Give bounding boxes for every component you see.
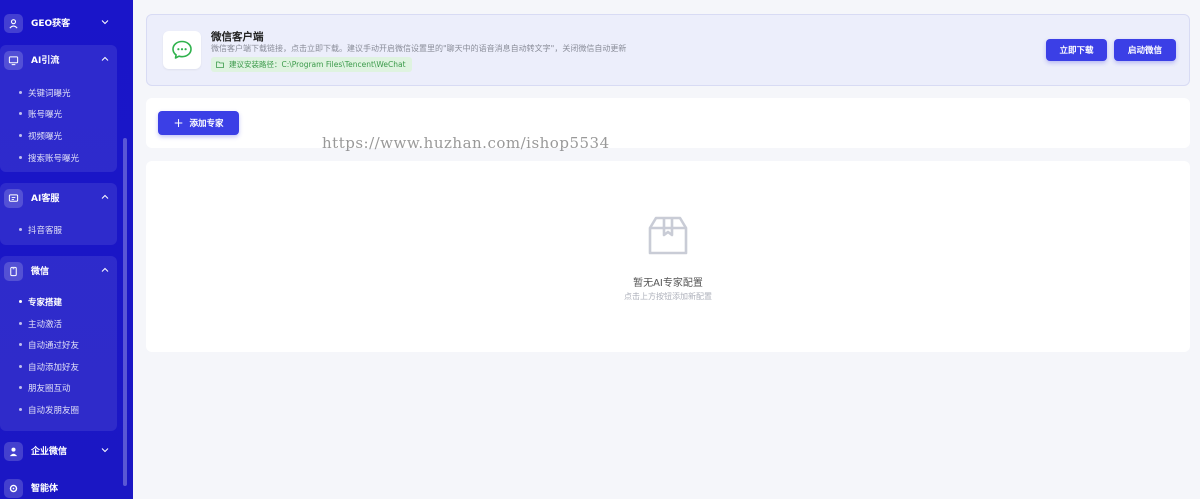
chevron-up-icon <box>101 194 109 199</box>
sidebar-item-account-exposure[interactable]: 账号曝光 <box>19 108 62 120</box>
empty-state-card: 暂无AI专家配置 点击上方按钮添加新配置 <box>146 161 1190 352</box>
toolbar: + 添加专家 <box>146 98 1190 148</box>
sidebar-item-label: 自动通过好友 <box>28 341 80 351</box>
sidebar-item-douyin-service[interactable]: 抖音客服 <box>19 224 62 236</box>
bullet-dot <box>19 300 22 303</box>
sidebar-group-label: 微信 <box>31 267 50 277</box>
chevron-up-icon <box>101 56 109 61</box>
bullet-dot <box>19 156 22 159</box>
bullet-dot <box>19 228 22 231</box>
sidebar-group-ai-service-head[interactable]: AI客服 <box>0 183 117 213</box>
chevron-down-icon <box>101 448 109 453</box>
bullet-dot <box>19 91 22 94</box>
sidebar-group-geo[interactable]: GEO获客 <box>0 8 117 38</box>
sidebar-group-wechat: 微信 专家搭建 主动激活 自动通过好友 自动添加好友 朋友圈互动 自动发朋友圈 <box>0 256 117 431</box>
wechat-client-banner: 微信客户端 微信客户端下载链接，点击立即下载。建议手动开启微信设置里的"聊天中的… <box>146 14 1190 86</box>
sidebar-item-label: 主动激活 <box>28 320 63 330</box>
sidebar-item-auto-add-friends[interactable]: 自动添加好友 <box>19 361 79 373</box>
sidebar-group-label: GEO获客 <box>31 19 71 29</box>
sidebar-item-label: 自动发朋友圈 <box>28 406 80 416</box>
plus-icon: + <box>173 116 184 130</box>
add-expert-label: 添加专家 <box>189 119 224 129</box>
bullet-dot <box>19 365 22 368</box>
sidebar-item-label: 视频曝光 <box>28 132 63 142</box>
sidebar-group-ai-traffic: AI引流 关键词曝光 账号曝光 视频曝光 搜索账号曝光 <box>0 45 117 172</box>
sidebar-item-label: 抖音客服 <box>28 226 63 236</box>
sidebar-item-label: 自动添加好友 <box>28 363 80 373</box>
sidebar-item-video-exposure[interactable]: 视频曝光 <box>19 130 62 142</box>
bullet-dot <box>19 408 22 411</box>
download-now-button[interactable]: 立即下载 <box>1046 39 1107 61</box>
main-content: 微信客户端 微信客户端下载链接，点击立即下载。建议手动开启微信设置里的"聊天中的… <box>133 0 1200 499</box>
bullet-dot <box>19 112 22 115</box>
sidebar-item-label: 朋友圈互动 <box>28 384 71 394</box>
sidebar-scrollbar[interactable] <box>123 138 127 486</box>
sidebar-item-label: 关键词曝光 <box>28 89 71 99</box>
sidebar-group-enterprise-wechat[interactable]: 企业微信 <box>0 436 117 466</box>
banner-title: 微信客户端 <box>211 31 264 43</box>
sidebar-item-auto-post-moments[interactable]: 自动发朋友圈 <box>19 404 79 416</box>
bullet-dot <box>19 322 22 325</box>
gear-icon <box>4 479 23 498</box>
funnel-icon <box>4 51 23 70</box>
sidebar-item-label: 搜索账号曝光 <box>28 154 80 164</box>
sidebar-group-agent[interactable]: 智能体 <box>0 473 117 499</box>
empty-state-subtitle: 点击上方按钮添加新配置 <box>624 292 712 301</box>
sidebar-group-label: AI客服 <box>31 194 60 204</box>
sidebar-item-auto-accept-friends[interactable]: 自动通过好友 <box>19 339 79 351</box>
sidebar-item-label: 账号曝光 <box>28 110 63 120</box>
sidebar-group-wechat-head[interactable]: 微信 <box>0 256 117 286</box>
bullet-dot <box>19 386 22 389</box>
bullet-dot <box>19 134 22 137</box>
phone-icon <box>4 262 23 281</box>
sidebar-group-label: AI引流 <box>31 56 60 66</box>
empty-box-icon <box>648 216 688 255</box>
install-path-label: 建议安装路径：C:\Program Files\Tencent\WeChat <box>229 60 406 69</box>
sidebar-item-label: 专家搭建 <box>28 298 63 308</box>
sidebar-group-label: 企业微信 <box>31 447 68 457</box>
chat-icon <box>4 189 23 208</box>
install-path-tag: 建议安装路径：C:\Program Files\Tencent\WeChat <box>211 57 412 72</box>
empty-state-title: 暂无AI专家配置 <box>633 278 703 289</box>
sidebar-item-search-account-exposure[interactable]: 搜索账号曝光 <box>19 152 79 164</box>
sidebar-group-ai-traffic-head[interactable]: AI引流 <box>0 45 117 75</box>
sidebar-item-keyword-exposure[interactable]: 关键词曝光 <box>19 87 71 99</box>
sidebar-item-expert-setup[interactable]: 专家搭建 <box>19 296 62 308</box>
bullet-dot <box>19 343 22 346</box>
person-icon <box>4 442 23 461</box>
add-expert-button[interactable]: + 添加专家 <box>158 111 239 135</box>
banner-description: 微信客户端下载链接，点击立即下载。建议手动开启微信设置里的"聊天中的语音消息自动… <box>211 44 627 53</box>
sidebar-group-ai-service: AI客服 抖音客服 <box>0 183 117 245</box>
folder-icon <box>216 61 224 68</box>
user-pin-icon <box>4 14 23 33</box>
launch-wechat-button[interactable]: 启动微信 <box>1114 39 1176 61</box>
sidebar: GEO获客 AI引流 关键词曝光 账号曝光 视频曝光 搜索账号曝光 AI客服 抖… <box>0 0 133 499</box>
sidebar-item-active-activation[interactable]: 主动激活 <box>19 318 62 330</box>
watermark-text: https://www.huzhan.com/ishop5534 <box>322 134 610 152</box>
chevron-down-icon <box>101 20 109 25</box>
chevron-up-icon <box>101 267 109 272</box>
wechat-logo-icon <box>163 31 201 69</box>
sidebar-item-moments-interaction[interactable]: 朋友圈互动 <box>19 382 71 394</box>
sidebar-group-label: 智能体 <box>31 484 59 494</box>
